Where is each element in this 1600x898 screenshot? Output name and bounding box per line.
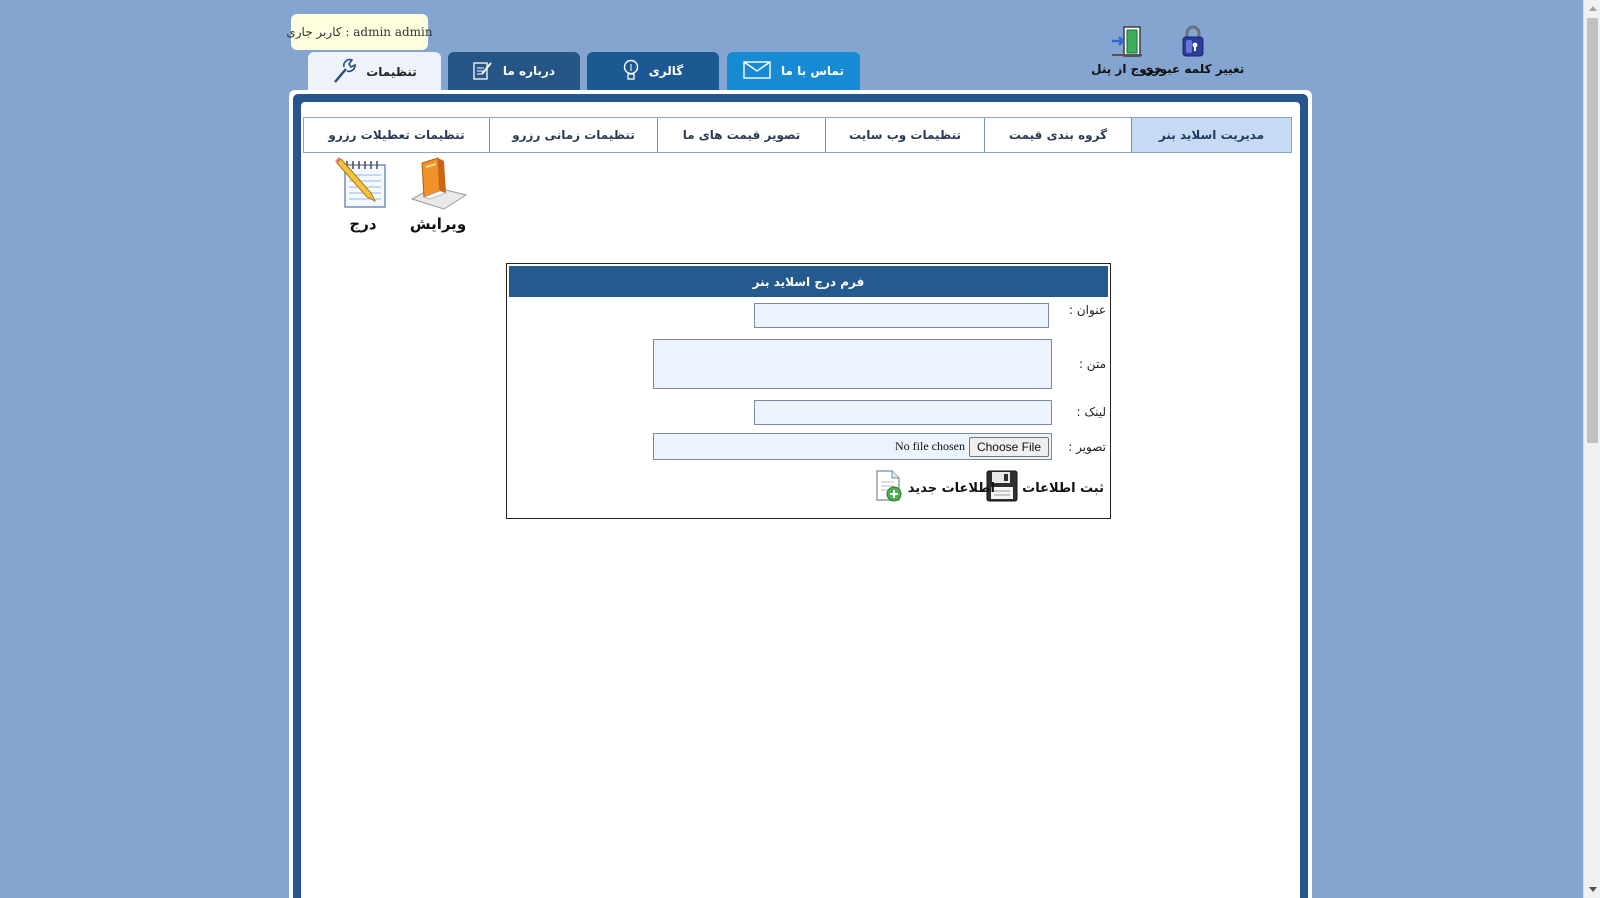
new-info-label: اطلاعات جدید xyxy=(907,480,995,496)
image-label: تصویر : xyxy=(1068,440,1106,454)
link-label: لینک : xyxy=(1076,405,1107,419)
tab-gallery-label: گالری xyxy=(648,64,684,78)
add-document-icon xyxy=(874,470,904,506)
lock-icon xyxy=(1179,20,1207,58)
tab-settings[interactable]: تنظیمات xyxy=(308,52,441,92)
scroll-down-arrow-icon[interactable] xyxy=(1584,881,1600,898)
subtab-reservation-holidays[interactable]: تنظیمات تعطیلات رزرو xyxy=(304,118,489,152)
tab-contact-us[interactable]: تماس با ما xyxy=(727,52,860,90)
book-icon xyxy=(408,155,468,215)
scroll-up-arrow-icon[interactable] xyxy=(1584,0,1600,17)
edit-label: ویرایش xyxy=(409,215,467,233)
lightbulb-icon xyxy=(623,59,639,84)
form-title: فرم درج اسلاید بنر xyxy=(509,266,1108,297)
text-label: متن : xyxy=(1078,357,1106,371)
tab-about-us-label: درباره ما xyxy=(502,64,556,78)
subtab-website-settings[interactable]: تنظیمات وب سایت xyxy=(825,118,984,152)
current-user-text: admin admin : کاربر جاری xyxy=(286,25,433,39)
settings-subtabs: مدیریت اسلاید بنر گروه بندی قیمت تنظیمات… xyxy=(303,117,1292,153)
text-textarea[interactable] xyxy=(653,339,1052,389)
title-label: عنوان : xyxy=(1069,303,1106,317)
image-file-field: Choose File No file chosen xyxy=(653,433,1052,460)
edit-document-icon xyxy=(473,60,493,83)
tab-contact-us-label: تماس با ما xyxy=(781,64,844,78)
subtab-banner-slides[interactable]: مدیریت اسلاید بنر xyxy=(1131,118,1291,152)
scroll-thumb[interactable] xyxy=(1587,18,1598,443)
exit-panel-label: خروج از پنل xyxy=(1091,62,1163,76)
submit-button[interactable]: ثبت اطلاعات xyxy=(986,470,1104,506)
subtab-price-groups[interactable]: گروه بندی قیمت xyxy=(984,118,1131,152)
insert-button[interactable]: درج xyxy=(332,155,394,233)
tab-about-us[interactable]: درباره ما xyxy=(448,52,580,90)
vertical-scrollbar[interactable] xyxy=(1583,0,1600,898)
subtab-reservation-time[interactable]: تنظیمات زمانی رزرو xyxy=(489,118,657,152)
tab-gallery[interactable]: گالری xyxy=(587,52,719,90)
notepad-pencil-icon xyxy=(335,155,391,215)
envelope-icon xyxy=(743,60,771,82)
banner-slide-form: فرم درج اسلاید بنر عنوان : متن : لینک : … xyxy=(506,263,1111,519)
exit-door-icon xyxy=(1110,20,1144,58)
subtab-price-images[interactable]: تصویر قیمت های ما xyxy=(657,118,825,152)
link-input[interactable] xyxy=(754,400,1052,425)
no-file-chosen-text: No file chosen xyxy=(894,439,965,453)
wrench-icon xyxy=(332,58,357,87)
submit-label: ثبت اطلاعات xyxy=(1022,480,1104,496)
insert-label: درج xyxy=(349,215,377,233)
title-input[interactable] xyxy=(754,303,1049,328)
current-user-badge: admin admin : کاربر جاری xyxy=(286,14,433,50)
choose-file-button[interactable]: Choose File xyxy=(968,436,1049,457)
new-info-button[interactable]: اطلاعات جدید xyxy=(874,470,995,506)
tab-settings-label: تنظیمات xyxy=(366,65,417,79)
exit-panel-button[interactable]: خروج از پنل xyxy=(1077,20,1177,76)
edit-button[interactable]: ویرایش xyxy=(406,155,470,233)
